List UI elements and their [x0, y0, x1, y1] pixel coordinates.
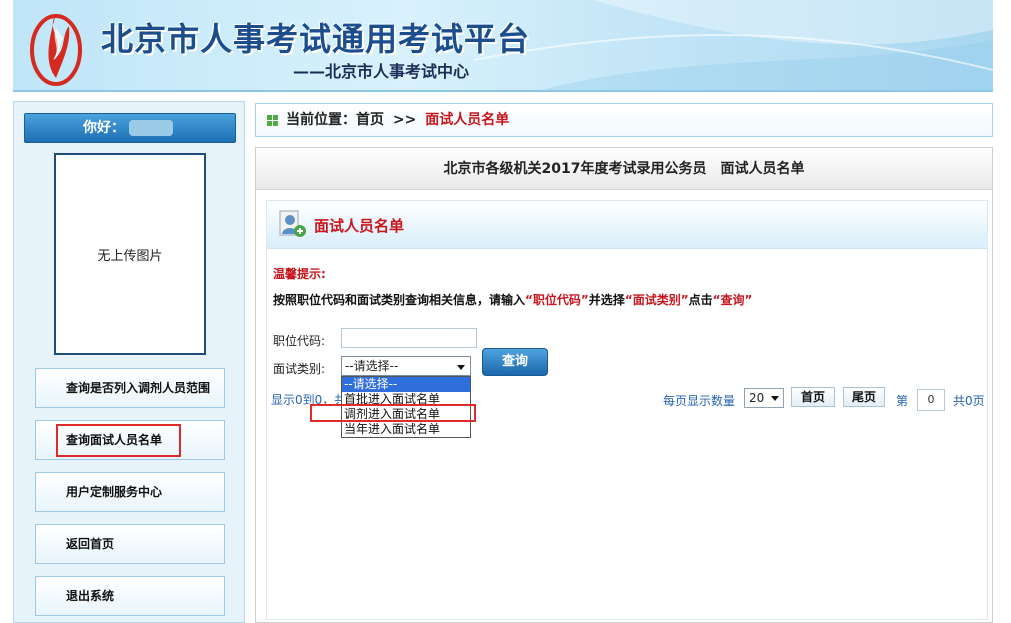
tip-part: 按照职位代码和面试类别查询相关信息，请输入 — [273, 293, 526, 307]
position-code-input[interactable] — [341, 328, 477, 348]
category-label: 面试类别: — [273, 362, 326, 376]
sidebar-item-adjust-check[interactable]: 查询是否列入调剂人员范围 — [35, 368, 225, 408]
category-select[interactable]: --请选择-- — [341, 356, 471, 376]
header-banner: 北京市人事考试通用考试平台 ——北京市人事考试中心 — [13, 0, 993, 92]
first-page-button[interactable]: 首页 — [791, 387, 835, 407]
flame-logo-icon — [30, 14, 82, 86]
last-page-button[interactable]: 尾页 — [843, 387, 885, 407]
total-pages: 共0页 — [953, 394, 985, 408]
breadcrumb-prefix: 当前位置：首页 — [286, 112, 384, 128]
site-subtitle: ——北京市人事考试中心 — [293, 62, 470, 81]
tip-keyword: “面试类别” — [624, 293, 689, 307]
tip-text: 按照职位代码和面试类别查询相关信息，请输入“职位代码”并选择“面试类别”点击“查… — [273, 291, 752, 308]
tip-title: 温馨提示: — [273, 267, 326, 281]
position-code-label: 职位代码: — [273, 334, 326, 348]
photo-placeholder-text: 无上传图片 — [97, 248, 163, 264]
greeting-text: 你好： — [83, 120, 125, 136]
sidebar-item-user-service[interactable]: 用户定制服务中心 — [35, 472, 225, 512]
chevron-down-icon — [457, 365, 465, 370]
breadcrumb: 当前位置：首页 >> 面试人员名单 — [255, 103, 993, 137]
category-selected-value: --请选择-- — [345, 359, 399, 373]
left-sidebar: 你好： 无上传图片 查询是否列入调剂人员范围 查询面试人员名单 用户定制服务中心… — [13, 101, 245, 623]
main-panel: 北京市各级机关2017年度考试录用公务员 面试人员名单 面试人员名单 温馨提示:… — [255, 147, 993, 623]
query-button[interactable]: 查询 — [482, 348, 548, 376]
per-page-value: 20 — [749, 391, 765, 405]
tip-keyword: “查询” — [712, 293, 753, 307]
page-number-input[interactable]: 0 — [917, 389, 945, 411]
per-page-select[interactable]: 20 — [744, 388, 784, 408]
username-redacted — [129, 120, 173, 136]
page-title: 北京市各级机关2017年度考试录用公务员 面试人员名单 — [256, 148, 992, 190]
sidebar-item-home[interactable]: 返回首页 — [35, 524, 225, 564]
tip-keyword: “职位代码” — [525, 293, 589, 307]
tip-part: 并选择 — [588, 293, 625, 307]
breadcrumb-sep: >> — [392, 112, 417, 128]
user-list-icon — [279, 210, 306, 237]
user-photo: 无上传图片 — [54, 153, 206, 355]
section-title: 面试人员名单 — [314, 217, 405, 235]
highlight-box-sidebar — [56, 424, 181, 457]
section-header: 面试人员名单 — [267, 201, 987, 249]
highlight-box-option — [310, 404, 476, 422]
dropdown-option[interactable]: 当年进入面试名单 — [342, 422, 470, 437]
dropdown-option[interactable]: --请选择-- — [342, 377, 470, 392]
banner-decoration — [473, 0, 993, 90]
breadcrumb-current: 面试人员名单 — [425, 112, 510, 128]
per-page-label: 每页显示数量 — [663, 394, 736, 408]
site-title: 北京市人事考试通用考试平台 — [101, 20, 531, 58]
tip-part: 点击 — [688, 293, 713, 307]
sidebar-item-logout[interactable]: 退出系统 — [35, 576, 225, 616]
chevron-down-icon — [771, 396, 779, 401]
breadcrumb-grid-icon — [267, 115, 278, 126]
greeting-bar: 你好： — [24, 113, 236, 143]
page-label: 第 — [896, 394, 909, 408]
query-section: 面试人员名单 温馨提示: 按照职位代码和面试类别查询相关信息，请输入“职位代码”… — [266, 200, 988, 620]
